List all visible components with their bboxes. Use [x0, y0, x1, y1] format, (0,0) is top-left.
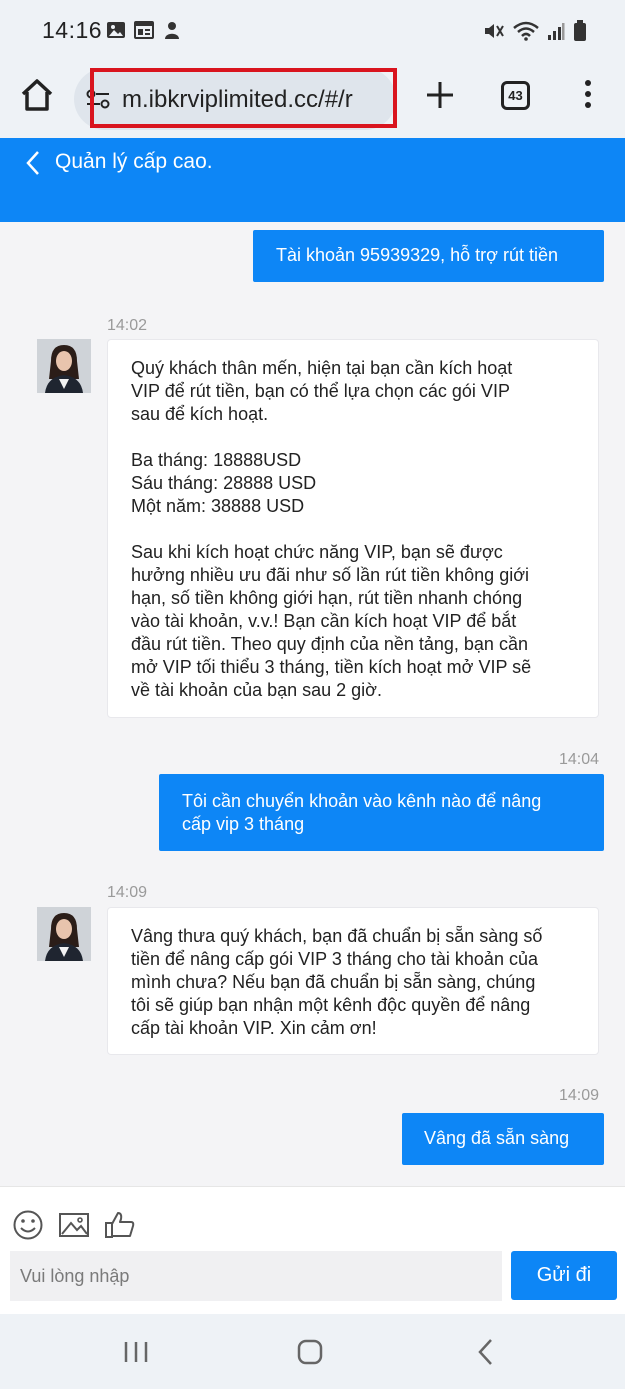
person-icon	[165, 22, 179, 39]
message-text: Vâng thưa quý khách, bạn đã chuẩn bị sẵn…	[131, 926, 543, 946]
wifi-icon	[513, 21, 539, 41]
message-text: hưởng nhiều ưu đãi như số lần rút tiền k…	[131, 565, 530, 585]
message-text: cấp vip 3 tháng	[182, 814, 305, 834]
message-incoming: Vâng thưa quý khách, bạn đã chuẩn bị sẵn…	[107, 907, 599, 1055]
message-timestamp: 14:09	[559, 1087, 600, 1104]
message-incoming: Quý khách thân mến, hiện tại bạn cần kíc…	[107, 339, 599, 718]
message-text: tiền để nâng cấp gói VIP 3 tháng cho tài…	[131, 949, 538, 969]
message-text: tôi sẽ giúp bạn nhận một kênh độc quyền …	[131, 995, 531, 1015]
status-left-icons	[106, 20, 182, 40]
avatar-image	[37, 339, 91, 393]
status-time: 14:16	[42, 17, 103, 43]
page-title: Quản lý cấp cao.	[55, 150, 213, 173]
message-text: sau để kích hoạt.	[131, 404, 269, 424]
message-text: Vâng đã sẵn sàng	[424, 1128, 570, 1148]
url-highlight-box	[90, 68, 397, 128]
message-text: Một năm: 38888 USD	[131, 496, 305, 516]
image-icon[interactable]	[58, 1209, 92, 1241]
send-button[interactable]: Gửi đi	[511, 1251, 617, 1300]
message-text: Sáu tháng: 28888 USD	[131, 473, 317, 493]
message-text: hạn, số tiền không giới hạn, rút tiền nh…	[131, 588, 523, 608]
message-text: về tài khoản của bạn sau 2 giờ.	[131, 680, 382, 700]
message-text: Quý khách thân mến, hiện tại bạn cần kíc…	[131, 358, 513, 378]
message-text: Ba tháng: 18888USD	[131, 450, 302, 470]
message-timestamp: 14:04	[559, 751, 600, 768]
recent-apps-icon[interactable]	[116, 1336, 156, 1368]
agent-avatar	[37, 339, 91, 393]
home-icon[interactable]	[290, 1336, 330, 1368]
plus-icon	[427, 82, 453, 108]
message-outgoing: Tài khoản 95939329, hỗ trợ rút tiền	[253, 230, 604, 282]
status-right-icons	[483, 20, 587, 42]
mute-icon	[485, 24, 504, 38]
message-timestamp: 14:09	[107, 884, 148, 901]
message-text: vào tài khoản, v.v.! Bạn cần kích hoạt V…	[131, 611, 517, 631]
chevron-left-icon[interactable]	[24, 150, 42, 176]
tab-switcher-button[interactable]: 43	[501, 81, 530, 110]
back-icon[interactable]	[466, 1336, 506, 1368]
system-navigation-bar	[0, 1314, 625, 1389]
new-tab-button[interactable]	[424, 76, 456, 114]
message-outgoing: Tôi cần chuyển khoản vào kênh nào để nân…	[159, 774, 604, 851]
avatar-image	[37, 907, 91, 961]
browser-menu-button[interactable]	[582, 80, 594, 112]
home-button[interactable]	[18, 76, 56, 114]
battery-icon	[574, 20, 586, 41]
message-timestamp: 14:02	[107, 317, 148, 334]
calendar-icon	[134, 21, 154, 39]
emoji-icon[interactable]	[12, 1209, 46, 1241]
message-text: Sau khi kích hoạt chức năng VIP, bạn sẽ …	[131, 542, 503, 562]
message-input[interactable]	[10, 1251, 502, 1301]
status-bar: 14:16	[0, 0, 625, 62]
chat-header: Quản lý cấp cao.	[0, 138, 625, 222]
message-outgoing: Vâng đã sẵn sàng	[402, 1113, 604, 1165]
message-text	[131, 518, 598, 541]
message-text: VIP để rút tiền, bạn có thể lựa chọn các…	[131, 381, 510, 401]
image-icon	[107, 22, 125, 38]
message-text	[131, 426, 598, 449]
composer: Gửi đi	[0, 1186, 625, 1314]
message-text: Tôi cần chuyển khoản vào kênh nào để nân…	[182, 791, 542, 811]
signal-icon	[548, 23, 565, 40]
message-text: mình chưa? Nếu bạn đã chuẩn bị sẵn sàng,…	[131, 972, 536, 992]
message-text: đầu rút tiền. Theo quy định của nền tảng…	[131, 634, 528, 654]
message-text: mở VIP tối thiểu 3 tháng, tiền kích hoạt…	[131, 657, 532, 677]
agent-avatar	[37, 907, 91, 961]
chat-messages: Tài khoản 95939329, hỗ trợ rút tiền 14:0…	[0, 222, 625, 1186]
message-text: Tài khoản 95939329, hỗ trợ rút tiền	[276, 245, 558, 265]
thumbs-up-icon[interactable]	[103, 1209, 137, 1241]
message-text: cấp tài khoản VIP. Xin cảm ơn!	[131, 1018, 377, 1038]
